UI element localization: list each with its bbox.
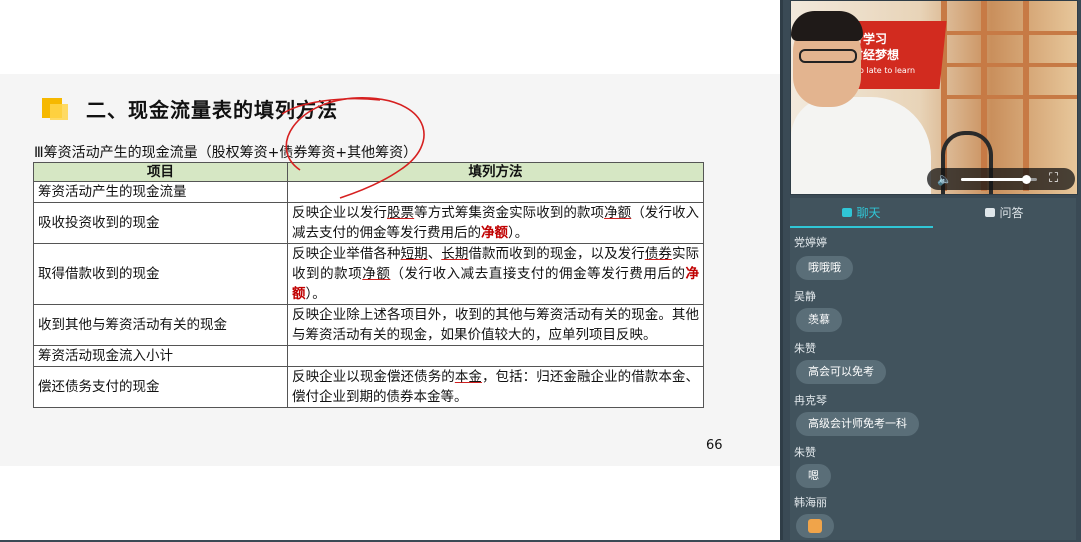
- row-method: 反映企业除上述各项目外，收到的其他与筹资活动有关的现金。其他与筹资活动有关的现金…: [287, 304, 704, 346]
- message-sender: 韩海丽: [794, 496, 827, 509]
- row-item: 偿还债务支付的现金: [33, 366, 288, 408]
- row-method: 反映企业举借各种短期、长期借款而收到的现金，以及发行债券实际收到的款项净额（发行…: [287, 243, 704, 305]
- row-item: 收到其他与筹资活动有关的现金: [33, 304, 288, 346]
- fullscreen-icon[interactable]: ⛶: [1049, 171, 1065, 187]
- row-item: 取得借款收到的现金: [33, 243, 288, 305]
- video-controls: 🔈 ⛶: [927, 168, 1075, 190]
- header-item: 项目: [33, 162, 288, 182]
- message-bubble: 羡慕: [796, 308, 842, 332]
- teacher-body: [791, 97, 931, 194]
- volume-slider[interactable]: [961, 175, 1037, 184]
- table-row: 偿还债务支付的现金 反映企业以现金偿还债务的本金，包括：归还金融企业的借款本金、…: [33, 366, 704, 408]
- volume-icon[interactable]: 🔈: [937, 172, 952, 186]
- teacher-glasses: [799, 49, 857, 63]
- page-number: 66: [706, 438, 723, 453]
- row-method: [287, 345, 704, 367]
- row-item: 吸收投资收到的现金: [33, 202, 288, 244]
- slide: 二、现金流量表的填列方法 Ⅲ筹资活动产生的现金流量（股权筹资+债券筹资+其他筹资…: [0, 74, 780, 466]
- message-sender: 朱赞: [794, 446, 816, 459]
- table-row: 吸收投资收到的现金 反映企业以发行股票等方式筹集资金实际收到的款项净额（发行收入…: [33, 202, 704, 244]
- tab-chat[interactable]: 聊天: [790, 200, 933, 228]
- row-method: 反映企业以现金偿还债务的本金，包括：归还金融企业的借款本金、偿付企业到期的债券本…: [287, 366, 704, 408]
- table-row: 筹资活动产生的现金流量: [33, 181, 704, 203]
- header-method: 填列方法: [287, 162, 704, 182]
- message-sender: 冉克琴: [794, 394, 827, 407]
- message-sender: 党婷婷: [794, 236, 827, 249]
- cash-flow-table: 项目 填列方法 筹资活动产生的现金流量 吸收投资收到的现金 反映企业以发行股票等…: [33, 162, 704, 408]
- slide-title: 二、现金流量表的填列方法: [86, 98, 338, 122]
- table-header-row: 项目 填列方法: [33, 162, 704, 182]
- volume-fill: [961, 178, 1026, 181]
- chat-bubble-icon: [842, 208, 853, 217]
- row-item: 筹资活动产生的现金流量: [33, 181, 288, 203]
- teacher-hair: [791, 11, 863, 41]
- title-marker-icon: [42, 98, 68, 120]
- thumbs-up-icon: [808, 519, 822, 533]
- volume-knob[interactable]: [1021, 175, 1031, 184]
- chat-panel: 聊天 问答 党婷婷 哦哦哦 吴静 羡慕 朱赞 高会可以免考 冉克琴 高级会计师免…: [790, 198, 1076, 540]
- message-bubble: [796, 514, 834, 538]
- message-bubble: 哦哦哦: [796, 256, 853, 280]
- message-bubble: 高会可以免考: [796, 360, 886, 384]
- slide-subheading: Ⅲ筹资活动产生的现金流量（股权筹资+债券筹资+其他筹资）: [34, 145, 418, 161]
- row-method: [287, 181, 704, 203]
- row-item: 筹资活动现金流入小计: [33, 345, 288, 367]
- question-icon: [985, 208, 996, 217]
- table-row: 筹资活动现金流入小计: [33, 345, 704, 367]
- message-sender: 吴静: [794, 290, 816, 303]
- message-sender: 朱赞: [794, 342, 816, 355]
- row-method: 反映企业以发行股票等方式筹集资金实际收到的款项净额（发行收入减去支付的佣金等发行…: [287, 202, 704, 244]
- slide-bottom-band: [0, 466, 780, 540]
- message-bubble: 高级会计师免考一科: [796, 412, 919, 436]
- table-row: 取得借款收到的现金 反映企业举借各种短期、长期借款而收到的现金，以及发行债券实际…: [33, 243, 704, 305]
- teacher-video[interactable]: 身学习 财经梦想 too late to learn 🔈 ⛶: [790, 0, 1078, 195]
- slide-top-band: [0, 0, 780, 74]
- tab-qa[interactable]: 问答: [933, 200, 1076, 226]
- slide-pane: 二、现金流量表的填列方法 Ⅲ筹资活动产生的现金流量（股权筹资+债券筹资+其他筹资…: [0, 0, 783, 540]
- message-bubble: 嗯: [796, 464, 831, 488]
- chat-tabs: 聊天 问答: [790, 200, 1076, 228]
- chat-message-list[interactable]: 党婷婷 哦哦哦 吴静 羡慕 朱赞 高会可以免考 冉克琴 高级会计师免考一科 朱赞…: [790, 232, 1076, 540]
- table-row: 收到其他与筹资活动有关的现金 反映企业除上述各项目外，收到的其他与筹资活动有关的…: [33, 304, 704, 346]
